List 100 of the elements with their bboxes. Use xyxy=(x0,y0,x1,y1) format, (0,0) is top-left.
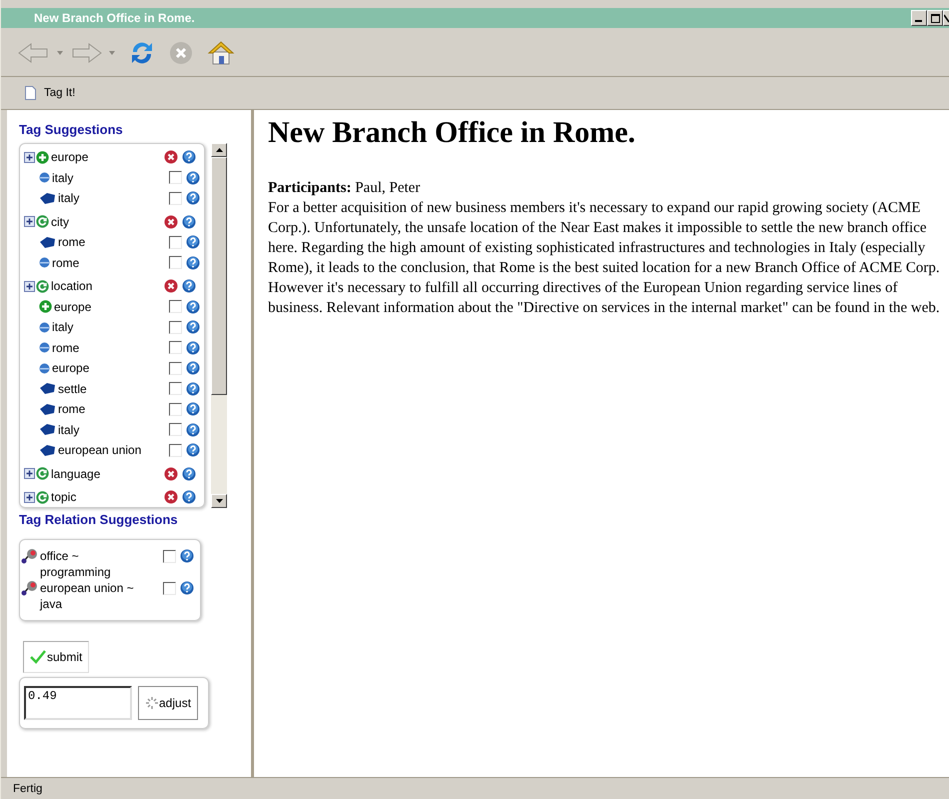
scrollbar[interactable] xyxy=(211,143,227,508)
tag-label[interactable]: italy xyxy=(58,191,80,206)
help-icon[interactable] xyxy=(186,361,200,376)
expand-icon[interactable] xyxy=(24,280,35,292)
tag-label[interactable]: rome xyxy=(58,402,86,416)
help-icon[interactable] xyxy=(182,150,196,164)
help-icon[interactable] xyxy=(186,170,200,185)
tag-icon xyxy=(39,192,56,205)
dot-icon xyxy=(39,342,50,354)
checkbox[interactable] xyxy=(163,550,176,562)
checkbox[interactable] xyxy=(169,320,182,334)
help-icon[interactable] xyxy=(186,235,200,250)
home-icon[interactable] xyxy=(207,40,235,66)
remove-icon[interactable] xyxy=(164,490,178,504)
checkbox[interactable] xyxy=(169,192,182,205)
relation-icon xyxy=(20,580,40,596)
checkbox[interactable] xyxy=(169,423,182,436)
tag-icon xyxy=(39,236,56,249)
tag-label[interactable]: rome xyxy=(52,340,80,355)
maximize-button[interactable] xyxy=(927,10,943,26)
paragraph: Participants: Paul, Peter xyxy=(268,179,422,198)
help-icon[interactable] xyxy=(180,549,194,563)
help-icon[interactable] xyxy=(182,490,196,504)
expand-icon[interactable] xyxy=(24,152,35,163)
window-title: New Branch Office in Rome. xyxy=(34,11,195,25)
tag-label[interactable]: rome xyxy=(52,256,80,270)
submit-button[interactable]: submit xyxy=(23,641,90,673)
dot-icon xyxy=(39,322,50,333)
bookmark-link[interactable]: Tag It! xyxy=(25,86,76,100)
remove-icon[interactable] xyxy=(164,466,178,481)
help-icon[interactable] xyxy=(186,320,200,334)
dot-icon xyxy=(39,257,50,268)
tag-label[interactable]: location xyxy=(51,279,92,294)
help-icon[interactable] xyxy=(182,466,196,481)
refresh-icon xyxy=(36,280,49,293)
expand-icon[interactable] xyxy=(24,468,35,480)
checkbox[interactable] xyxy=(163,582,176,594)
relation-icon xyxy=(20,548,40,564)
tag-label[interactable]: european union xyxy=(58,443,142,458)
refresh-icon[interactable] xyxy=(129,40,155,66)
remove-icon[interactable] xyxy=(164,150,178,164)
tag-label[interactable]: europe xyxy=(52,361,90,376)
expand-icon[interactable] xyxy=(24,216,35,228)
help-icon[interactable] xyxy=(182,214,196,229)
minimize-button[interactable] xyxy=(911,10,927,26)
help-icon[interactable] xyxy=(186,402,200,416)
section-heading: Tag Relation Suggestions xyxy=(19,512,179,527)
checkbox[interactable] xyxy=(169,362,182,375)
help-icon[interactable] xyxy=(186,340,200,355)
tag-label[interactable]: italy xyxy=(52,170,74,185)
relation-label[interactable]: european union ~ java xyxy=(40,580,150,612)
help-icon[interactable] xyxy=(186,443,200,458)
refresh-icon xyxy=(36,215,49,228)
help-icon[interactable] xyxy=(186,382,200,396)
checkbox[interactable] xyxy=(169,256,182,270)
tag-label[interactable]: settle xyxy=(58,382,87,396)
up-arrow-icon xyxy=(216,148,222,152)
add-icon xyxy=(39,300,52,314)
tag-label[interactable]: language xyxy=(51,466,100,481)
expand-icon[interactable] xyxy=(24,492,35,503)
add-icon xyxy=(36,150,49,164)
remove-icon[interactable] xyxy=(164,279,178,294)
dot-icon xyxy=(39,172,50,184)
tag-icon xyxy=(39,382,56,396)
spinner-icon xyxy=(145,696,159,710)
close-button[interactable] xyxy=(943,10,949,26)
tag-icon xyxy=(39,444,56,457)
down-arrow-icon xyxy=(216,499,222,503)
checkbox[interactable] xyxy=(169,236,182,249)
checkbox[interactable] xyxy=(169,444,182,457)
tag-icon xyxy=(39,402,56,416)
section-heading: Tag Suggestions xyxy=(19,122,124,137)
tag-label[interactable]: topic xyxy=(51,490,76,504)
close-icon xyxy=(944,14,949,22)
help-icon[interactable] xyxy=(186,191,200,206)
checkbox[interactable] xyxy=(169,382,182,396)
refresh-icon xyxy=(36,467,49,480)
checkbox[interactable] xyxy=(169,341,182,354)
help-icon[interactable] xyxy=(186,300,200,314)
checkbox[interactable] xyxy=(169,402,182,416)
checkbox[interactable] xyxy=(169,171,182,184)
threshold-field[interactable]: 0.49 xyxy=(24,686,132,720)
paragraph: For a better acquisition of new business members it's necessary to expand our rapid growing society (ACME Corp.). Unfortunately, the unsafe location of the Near East makes it impossible to settle the new branch office here. Regarding the high amount of existing sophisticated infrastructures and technologies in Italy (especially Rome), it leads to the conclusion, that Rome is the best suited location for a new Branch Office of ACME Corp. xyxy=(268,199,941,278)
help-icon[interactable] xyxy=(182,279,196,294)
tag-label[interactable]: city xyxy=(51,214,69,229)
help-icon[interactable] xyxy=(186,422,200,437)
adjust-button[interactable]: adjust xyxy=(138,686,198,720)
checkmark-icon xyxy=(30,650,46,664)
checkbox[interactable] xyxy=(169,300,182,314)
tag-label[interactable]: italy xyxy=(58,422,80,437)
tag-label[interactable]: europe xyxy=(51,150,88,164)
page-icon xyxy=(25,86,36,100)
remove-icon[interactable] xyxy=(164,214,178,229)
help-icon[interactable] xyxy=(180,581,194,595)
tag-label[interactable]: rome xyxy=(58,235,86,250)
tag-label[interactable]: europe xyxy=(54,300,92,314)
article-title: New Branch Office in Rome. xyxy=(268,116,636,150)
help-icon[interactable] xyxy=(186,256,200,270)
tag-label[interactable]: italy xyxy=(52,320,74,334)
maximize-icon xyxy=(930,14,940,22)
